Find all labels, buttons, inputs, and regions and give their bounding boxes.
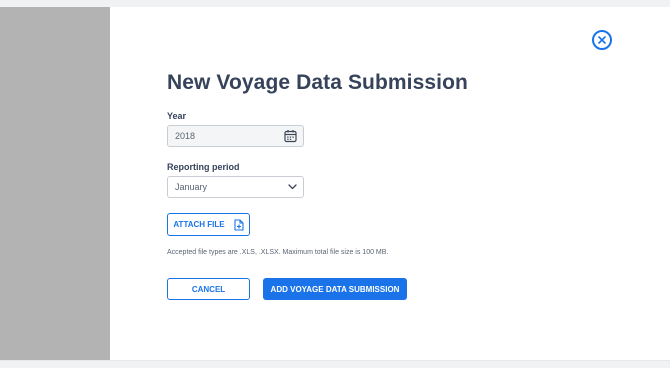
file-add-icon [234,218,244,231]
attach-file-label: ATTACH FILE [173,220,225,229]
file-type-hint: Accepted file types are .XLS, .XLSX. Max… [167,249,389,256]
attach-file-button[interactable]: ATTACH FILE [167,213,250,236]
calendar-icon[interactable] [284,130,297,143]
cancel-button[interactable]: CANCEL [167,278,250,300]
modal-backdrop[interactable] [0,7,110,361]
submission-dialog: New Voyage Data Submission Year 2018 Rep… [110,7,670,361]
add-voyage-data-submission-button[interactable]: ADD VOYAGE DATA SUBMISSION [263,278,407,300]
bottom-strip [0,360,670,368]
reporting-period-select[interactable]: January [167,176,304,198]
year-field[interactable]: 2018 [167,125,304,147]
close-button[interactable] [592,30,612,50]
year-label: Year [167,111,187,121]
close-icon [598,36,606,44]
app-frame: New Voyage Data Submission Year 2018 Rep… [0,0,670,368]
chevron-down-icon [288,184,297,190]
reporting-period-label: Reporting period [167,162,240,172]
reporting-period-value: January [175,182,208,192]
year-value: 2018 [175,131,196,141]
dialog-title: New Voyage Data Submission [167,71,468,94]
